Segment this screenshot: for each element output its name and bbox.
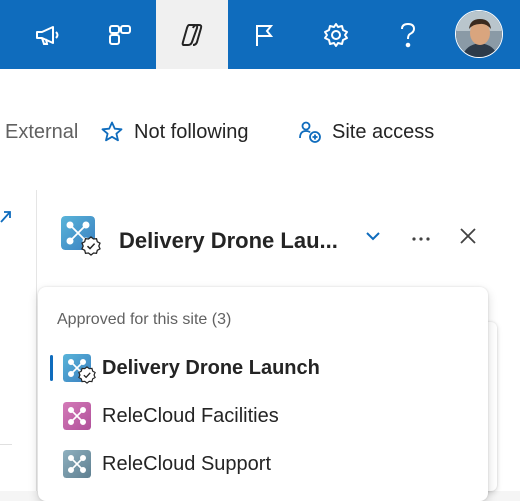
external-button[interactable]: External: [5, 115, 78, 149]
help-icon: [398, 21, 418, 49]
site-switcher-dropdown[interactable]: [359, 224, 387, 252]
verified-badge-icon: [78, 366, 96, 384]
follow-label: Not following: [134, 120, 249, 143]
menu-item-delivery-drone-launch[interactable]: Delivery Drone Launch: [38, 348, 488, 388]
main-content-pane: [0, 190, 37, 491]
menu-item-relecloud-facilities[interactable]: ReleCloud Facilities: [38, 396, 488, 436]
copilot-icon: [179, 22, 205, 48]
avatar[interactable]: [455, 10, 503, 58]
top-app-bar: [0, 0, 520, 69]
open-external-arrow-icon[interactable]: [0, 208, 14, 231]
star-icon: [100, 120, 124, 144]
gear-icon: [323, 22, 349, 48]
verified-badge-icon: [81, 236, 101, 256]
megaphone-button[interactable]: [12, 0, 84, 69]
agent-logo-icon: [63, 450, 91, 478]
megaphone-icon: [34, 23, 62, 47]
external-label: External: [5, 120, 79, 143]
more-horizontal-icon: [411, 229, 431, 247]
menu-heading: Approved for this site (3): [57, 311, 232, 328]
menu-item-label: Delivery Drone Launch: [102, 357, 320, 379]
apps-button[interactable]: [84, 0, 156, 69]
panel-header: Delivery Drone Lau...: [37, 190, 520, 290]
menu-item-label: ReleCloud Support: [102, 453, 271, 475]
site-access-button[interactable]: Site access: [298, 115, 434, 149]
divider: [0, 444, 12, 445]
site-title: Delivery Drone Lau...: [119, 228, 338, 253]
flag-button[interactable]: [228, 0, 300, 69]
site-switcher-menu: Approved for this site (3) Delivery Dron…: [38, 287, 488, 501]
menu-item-relecloud-support[interactable]: ReleCloud Support: [38, 444, 488, 484]
apps-icon: [107, 22, 133, 48]
selected-indicator: [50, 355, 53, 381]
help-button[interactable]: [372, 0, 444, 69]
more-options-button[interactable]: [407, 224, 435, 252]
close-button[interactable]: [454, 224, 482, 252]
close-icon: [459, 227, 477, 250]
follow-button[interactable]: Not following: [100, 115, 249, 149]
site-access-label: Site access: [332, 120, 435, 143]
settings-button[interactable]: [300, 0, 372, 69]
menu-item-label: ReleCloud Facilities: [102, 405, 279, 427]
site-access-icon: [298, 120, 322, 144]
copilot-button[interactable]: [156, 0, 228, 69]
chevron-down-icon: [364, 229, 382, 247]
flag-icon: [252, 22, 276, 48]
agent-logo-icon: [63, 402, 91, 430]
